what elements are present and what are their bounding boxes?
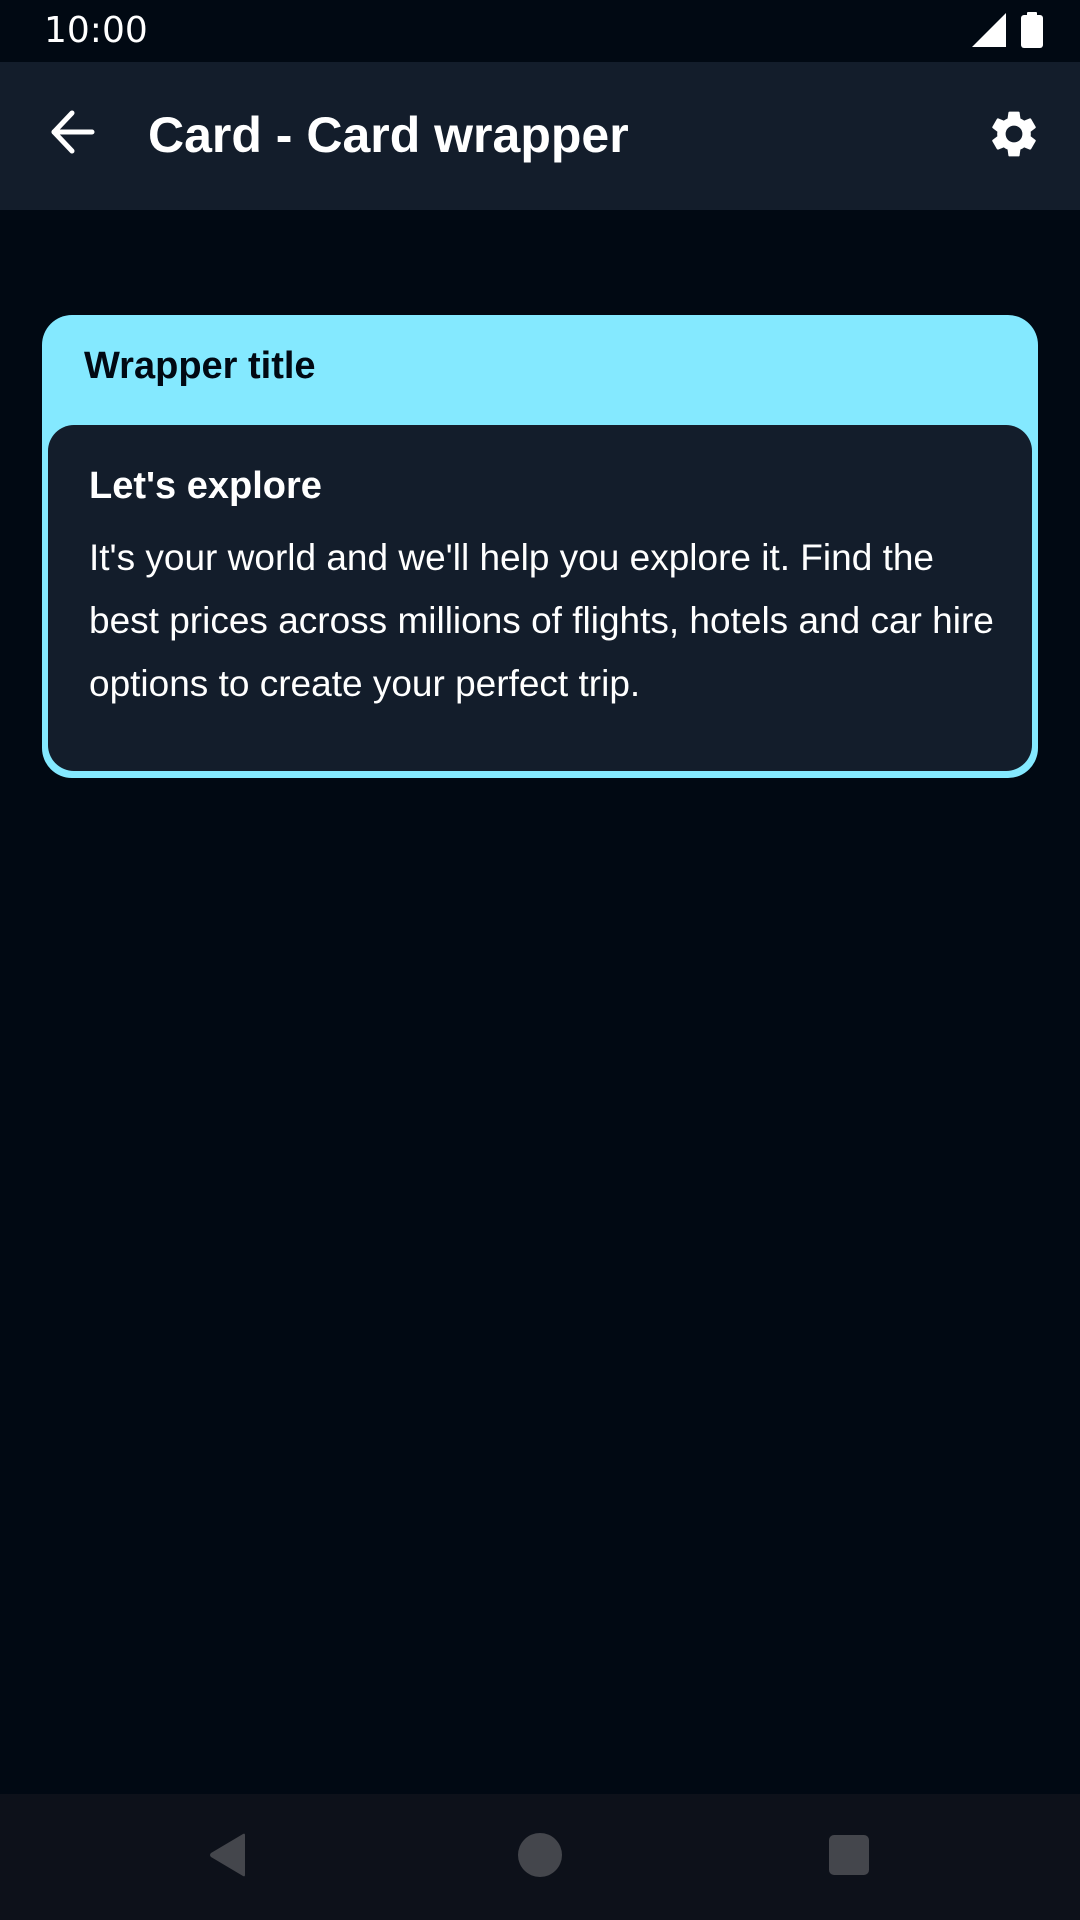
wrapper-title: Wrapper title [84,345,316,387]
signal-icon [972,13,1006,52]
page-title: Card - Card wrapper [148,107,629,163]
nav-recents-icon [828,1834,870,1881]
status-time: 10:00 [44,10,148,51]
app-bar: Card - Card wrapper [0,62,1080,210]
card-heading: Let's explore [89,465,322,507]
battery-icon [1020,12,1044,53]
nav-back-icon [205,1831,253,1884]
status-icons [972,12,1044,53]
nav-home-icon [516,1831,564,1884]
settings-button[interactable] [978,100,1050,172]
back-button[interactable] [36,98,108,170]
content-card[interactable]: Let's explore It's your world and we'll … [48,425,1032,771]
gear-icon [986,106,1042,167]
nav-back-button[interactable] [196,1824,262,1890]
card-body-text: It's your world and we'll help you explo… [89,537,994,704]
nav-recents-button[interactable] [816,1824,882,1890]
arrow-back-icon [48,108,96,161]
system-nav-bar [0,1794,1080,1920]
card-wrapper: Wrapper title Let's explore It's your wo… [42,315,1038,778]
status-bar: 10:00 [0,0,1080,62]
nav-home-button[interactable] [507,1824,573,1890]
